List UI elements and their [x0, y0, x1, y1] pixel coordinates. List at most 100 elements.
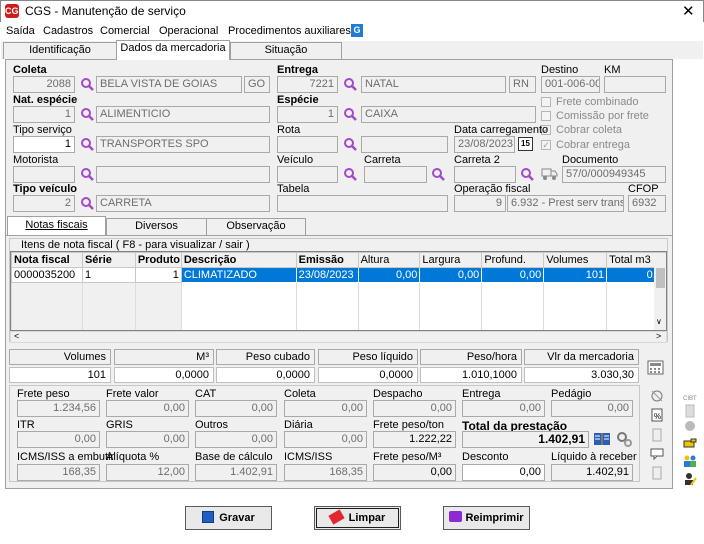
diaria-field[interactable]: 0,00 [284, 431, 367, 448]
search-icon[interactable] [80, 137, 94, 151]
close-icon[interactable]: ✕ [682, 2, 695, 20]
tab-identificacao[interactable]: Identificação [3, 42, 117, 59]
coleta-code-field[interactable]: 2088 [13, 76, 75, 93]
rota-code-field[interactable] [277, 136, 338, 153]
desconto-field[interactable]: 0,00 [462, 464, 545, 481]
gear-money-icon[interactable] [615, 430, 633, 448]
search-icon[interactable] [343, 167, 357, 181]
percent-doc-icon[interactable]: % [650, 408, 664, 422]
clear-button[interactable]: Limpar [314, 506, 401, 530]
cancel-gear-icon[interactable] [650, 389, 664, 403]
itr-field[interactable]: 0,00 [17, 431, 100, 448]
operacao-fiscal-name-field[interactable]: 6.932 - Prest serv transp in! [507, 195, 624, 212]
reprint-button[interactable]: Reimprimir [443, 506, 530, 530]
search-icon[interactable] [80, 77, 94, 91]
frete-peso-m3-field[interactable]: 0,00 [373, 464, 456, 481]
col-nota-fiscal[interactable]: Nota fiscal [11, 252, 83, 268]
entrega-uf-field[interactable]: RN [509, 76, 536, 93]
search-icon[interactable] [80, 196, 94, 210]
tipo-servico-code-field[interactable]: 1 [13, 136, 75, 153]
help-g-icon[interactable]: G [351, 24, 363, 37]
frete-combinado-checkbox[interactable] [541, 97, 551, 107]
nat-especie-code-field[interactable]: 1 [13, 106, 75, 123]
entrega-name-field[interactable]: NATAL [361, 76, 506, 93]
circle-icon[interactable] [683, 419, 697, 433]
operacao-fiscal-code-field[interactable]: 9 [454, 195, 506, 212]
user-edit-icon[interactable] [683, 472, 697, 486]
cfop-field[interactable]: 6932 [628, 195, 666, 212]
menu-procedimentos[interactable]: Procedimentos auxiliares [228, 25, 351, 37]
rota-name-field[interactable] [361, 136, 448, 153]
tipo-servico-name-field[interactable]: TRANSPORTES SPO [96, 136, 270, 153]
grid-scrollbar[interactable]: ∨ [654, 266, 666, 330]
nf-grid[interactable]: Nota fiscal Série Produto Descrição Emis… [10, 251, 667, 331]
especie-code-field[interactable]: 1 [277, 106, 338, 123]
motorista-code-field[interactable] [13, 166, 75, 183]
total-prestacao-field[interactable]: 1.402,91 [462, 431, 589, 448]
motorista-name-field[interactable] [96, 166, 270, 183]
coleta-name-field[interactable]: BELA VISTA DE GOIAS [96, 76, 242, 93]
menu-comercial[interactable]: Comercial [100, 25, 150, 37]
km-field[interactable] [604, 76, 666, 93]
icms-embutir-field[interactable]: 168,35 [17, 464, 100, 481]
tabela-field[interactable] [277, 195, 448, 212]
tipo-veiculo-code-field[interactable]: 2 [13, 195, 75, 212]
nat-especie-name-field[interactable]: ALIMENTICIO [96, 106, 270, 123]
table-row[interactable]: 0000035200 1 1 CLIMATIZADO 23/08/2023 0,… [11, 267, 666, 283]
search-icon[interactable] [520, 167, 534, 181]
documento-field[interactable]: 57/0/000949345 [562, 166, 666, 183]
search-icon[interactable] [80, 167, 94, 181]
col-descricao[interactable]: Descrição [180, 252, 297, 268]
especie-name-field[interactable]: CAIXA [361, 106, 536, 123]
book-icon[interactable] [593, 431, 611, 447]
col-profund[interactable]: Profund. [481, 252, 545, 268]
entrega-code-field[interactable]: 7221 [277, 76, 338, 93]
col-altura[interactable]: Altura [357, 252, 421, 268]
tab-dados-mercadoria[interactable]: Dados da mercadoria [116, 40, 230, 60]
col-produto[interactable]: Produto [134, 252, 182, 268]
carreta-field[interactable] [364, 166, 427, 183]
col-largura[interactable]: Largura [419, 252, 483, 268]
data-carregamento-field[interactable]: 23/08/2023 [454, 136, 515, 153]
destino-field[interactable]: 001-006-006 [541, 76, 600, 93]
document-icon[interactable] [650, 466, 664, 480]
document-icon[interactable] [683, 404, 697, 418]
tab-notas-fiscais[interactable]: Notas fiscais [7, 216, 106, 235]
coleta-fee-field[interactable]: 0,00 [284, 400, 367, 417]
aliquota-field[interactable]: 12,00 [106, 464, 189, 481]
search-icon[interactable] [343, 77, 357, 91]
despacho-field[interactable]: 0,00 [373, 400, 456, 417]
calendar-icon[interactable]: 15 [518, 137, 533, 151]
coleta-uf-field[interactable]: GO [244, 76, 270, 93]
tab-diversos[interactable]: Diversos [106, 218, 207, 235]
frete-peso-field[interactable]: 1.234,56 [17, 400, 100, 417]
base-calculo-field[interactable]: 1.402,91 [195, 464, 277, 481]
col-volumes[interactable]: Volumes [543, 252, 608, 268]
cat-field[interactable]: 0,00 [195, 400, 277, 417]
tab-situacao[interactable]: Situação [230, 42, 342, 59]
col-emissao[interactable]: Emissão [295, 252, 359, 268]
chat-icon[interactable] [650, 447, 664, 461]
veiculo-field[interactable] [277, 166, 338, 183]
pedagio-field[interactable]: 0,00 [551, 400, 633, 417]
tab-observacao[interactable]: Observação [206, 218, 306, 235]
icms-iss-field[interactable]: 168,35 [284, 464, 367, 481]
frete-valor-field[interactable]: 0,00 [106, 400, 189, 417]
frete-peso-ton-field[interactable]: 1.222,22 [373, 431, 456, 448]
menu-operacional[interactable]: Operacional [159, 25, 218, 37]
carreta2-field[interactable] [454, 166, 516, 183]
outros-field[interactable]: 0,00 [195, 431, 277, 448]
cobrar-entrega-checkbox[interactable]: ✓ [541, 140, 551, 150]
col-serie[interactable]: Série [81, 252, 136, 268]
save-button[interactable]: Gravar [185, 506, 272, 530]
search-icon[interactable] [343, 137, 357, 151]
grid-hscrollbar[interactable]: < > [10, 331, 667, 343]
document-icon[interactable] [650, 428, 664, 442]
search-icon[interactable] [431, 167, 445, 181]
comissao-frete-checkbox[interactable] [541, 111, 551, 121]
search-icon[interactable] [80, 107, 94, 121]
search-icon[interactable] [343, 107, 357, 121]
tipo-veiculo-name-field[interactable]: CARRETA [96, 195, 270, 212]
menu-saida[interactable]: Saída [6, 25, 35, 37]
gris-field[interactable]: 0,00 [106, 431, 189, 448]
